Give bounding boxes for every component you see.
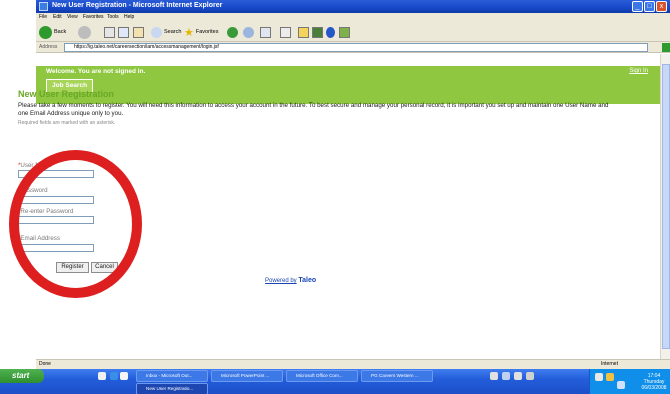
page-title: New User Registration	[18, 89, 115, 99]
tab-job-search-label: Job Search	[52, 82, 88, 89]
favorites-label: Favorites	[195, 29, 219, 35]
stop-icon	[104, 26, 115, 38]
tray-icon-3[interactable]	[514, 372, 522, 380]
messenger-button[interactable]	[326, 25, 335, 39]
required-note: Required fields are marked with an aster…	[18, 120, 116, 126]
refresh-button[interactable]	[118, 25, 129, 39]
task-new-user-registration[interactable]: New User Registratio...	[136, 383, 208, 394]
favorites-button[interactable]: ★ Favorites	[184, 25, 219, 39]
print-icon	[280, 26, 291, 38]
back-label: Back	[54, 29, 67, 35]
security-icon[interactable]	[617, 381, 625, 389]
sign-in-link[interactable]: Sign In	[629, 68, 648, 74]
vertical-scrollbar[interactable]	[660, 54, 670, 359]
status-bar: Done Internet	[36, 359, 670, 369]
go-button[interactable]	[662, 43, 670, 52]
discuss-icon	[312, 26, 323, 38]
powered-by-text: Powered by	[265, 278, 297, 284]
window-title: New User Registration - Microsoft Intern…	[52, 2, 223, 9]
address-label: Address	[39, 44, 58, 50]
forward-button[interactable]	[78, 25, 91, 39]
history-button[interactable]	[243, 25, 254, 39]
tray-icon-1[interactable]	[490, 372, 498, 380]
minimize-button[interactable]: _	[632, 1, 643, 12]
menu-help[interactable]: Help	[124, 14, 134, 20]
clock-date: 06/03/2008	[641, 385, 667, 391]
show-desktop-icon[interactable]	[98, 372, 106, 380]
close-button[interactable]: x	[656, 1, 667, 12]
status-zone: Internet	[601, 361, 618, 367]
back-button[interactable]: Back	[39, 25, 66, 39]
window-title-bar: New User Registration - Microsoft Intern…	[36, 0, 670, 13]
search-label: Search	[164, 29, 182, 35]
search-icon	[151, 26, 162, 38]
powered-by-taleo[interactable]: Powered by Taleo	[265, 277, 316, 284]
task-office-com[interactable]: Microsoft Office Com...	[286, 370, 358, 382]
taleo-logo-text: Taleo	[298, 277, 317, 284]
header-banner: Welcome. You are not signed in. Sign In …	[36, 66, 660, 104]
address-input[interactable]: https://ig.taleo.net/careersection/iam/a…	[64, 43, 648, 52]
discuss-button[interactable]	[312, 25, 323, 39]
mail-icon	[260, 26, 271, 38]
menu-bar: File Edit View Favorites Tools Help	[36, 13, 670, 22]
messenger-icon	[326, 26, 335, 38]
refresh-icon	[118, 26, 129, 38]
clock[interactable]: 17:04 Thursday 06/03/2008	[639, 373, 669, 391]
search-button[interactable]: Search	[151, 25, 181, 39]
research-icon	[339, 26, 350, 38]
menu-tools[interactable]: Tools	[107, 14, 119, 20]
media-icon	[227, 26, 238, 38]
print-button[interactable]	[280, 25, 291, 39]
address-bar: Address https://ig.taleo.net/careersecti…	[36, 42, 670, 53]
red-annotation-circle	[9, 150, 142, 298]
task-pg-careers[interactable]: PG Careers Western ...	[361, 370, 433, 382]
scrollbar-thumb[interactable]	[662, 64, 670, 349]
media-button[interactable]	[227, 25, 238, 39]
network-icon[interactable]	[595, 373, 603, 381]
menu-file[interactable]: File	[39, 14, 47, 20]
back-arrow-icon	[39, 25, 52, 39]
forward-arrow-icon	[78, 25, 91, 39]
start-button[interactable]: start	[0, 369, 44, 383]
tray-icon-2[interactable]	[502, 372, 510, 380]
volume-icon[interactable]	[606, 373, 614, 381]
home-button[interactable]	[133, 25, 144, 39]
research-button[interactable]	[339, 25, 350, 39]
edit-button[interactable]	[298, 25, 309, 39]
menu-favorites[interactable]: Favorites	[83, 14, 104, 20]
ie-quicklaunch-icon[interactable]	[110, 372, 118, 380]
welcome-text: Welcome. You are not signed in.	[46, 68, 146, 75]
status-text: Done	[39, 361, 51, 367]
maximize-button[interactable]: □	[644, 1, 655, 12]
star-icon: ★	[184, 26, 194, 39]
task-outlook[interactable]: Inbox - Microsoft Out...	[136, 370, 208, 382]
taskbar: start Inbox - Microsoft Out... Microsoft…	[0, 369, 670, 394]
browser-toolbar: Back Search ★ Favorites	[36, 22, 670, 42]
menu-edit[interactable]: Edit	[53, 14, 62, 20]
system-tray: 17:04 Thursday 06/03/2008	[589, 369, 670, 394]
tray-icon-4[interactable]	[526, 372, 534, 380]
menu-view[interactable]: View	[67, 14, 78, 20]
intro-text: Please take a few moments to register. Y…	[18, 102, 609, 117]
task-powerpoint[interactable]: Microsoft PowerPoint ...	[211, 370, 283, 382]
stop-button[interactable]	[104, 25, 115, 39]
history-icon	[243, 26, 254, 38]
edit-icon	[298, 26, 309, 38]
ie-icon	[39, 2, 48, 11]
outlook-quicklaunch-icon[interactable]	[120, 372, 128, 380]
home-icon	[133, 26, 144, 38]
mail-button[interactable]	[260, 25, 271, 39]
